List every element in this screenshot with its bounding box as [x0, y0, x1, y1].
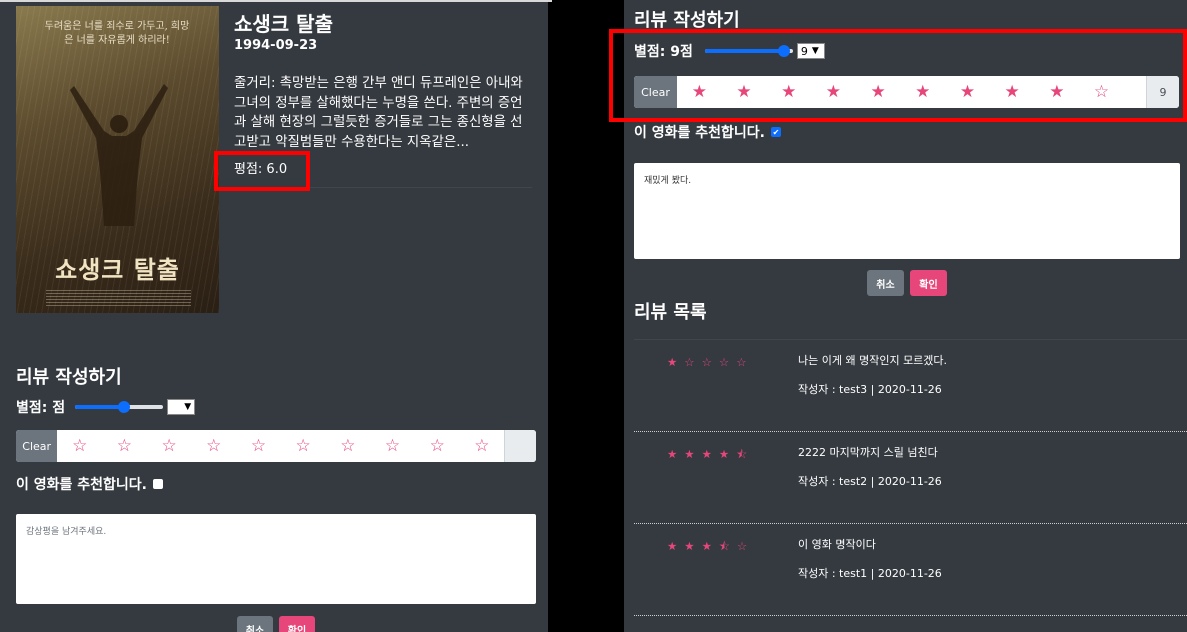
movie-poster: 두려움은 너를 죄수로 가두고, 희망은 너를 자유롭게 하리라! 쇼생크 탈출: [16, 6, 219, 313]
star-icon[interactable]: ☆: [460, 430, 505, 462]
star-icon[interactable]: ☆: [147, 430, 192, 462]
score-row: 별점: 점 ▼: [16, 397, 196, 417]
slider-thumb[interactable]: [117, 401, 130, 413]
star-icon[interactable]: ☆: [325, 430, 370, 462]
review-textarea[interactable]: 재밌게 봤다.: [634, 163, 1180, 259]
review-form-heading: 리뷰 작성하기: [16, 367, 122, 388]
review-text: 이 영화 명작이다: [798, 538, 876, 551]
list-item: ★★★★⯪ 2222 마지막까지 스릴 넘친다 작성자 : test2 | 20…: [634, 432, 1187, 524]
poster-tagline: 두려움은 너를 죄수로 가두고, 희망은 너를 자유롭게 하리라!: [44, 21, 190, 46]
ok-button[interactable]: 확인: [910, 270, 947, 296]
slider-fill: [75, 405, 124, 409]
clear-button[interactable]: Clear: [16, 430, 58, 462]
cancel-button[interactable]: 취소: [867, 270, 904, 296]
star-icon[interactable]: ☆: [370, 430, 415, 462]
list-item: ★☆☆☆☆ 나는 이게 왜 명작인지 모르겠다. 작성자 : test3 | 2…: [634, 340, 1187, 432]
recommend-checkbox[interactable]: [153, 479, 163, 489]
review-stars: ★★★★⯪: [667, 447, 755, 461]
recommend-row: 이 영화를 추천합니다.: [16, 474, 163, 494]
movie-title: 쇼생크 탈출: [234, 12, 333, 36]
poster-credits: [46, 288, 191, 306]
star-count: [504, 430, 536, 462]
poster-figure-image: [70, 84, 168, 226]
star-icon[interactable]: ☆: [102, 430, 147, 462]
cancel-button[interactable]: 취소: [237, 616, 273, 632]
chevron-down-icon: ▼: [184, 402, 192, 412]
list-item: ★★★⯪☆ 이 영화 명작이다 작성자 : test1 | 2020-11-26: [634, 524, 1187, 616]
review-list-heading: 리뷰 목록: [634, 302, 707, 323]
review-textarea[interactable]: 감상평을 남겨주세요.: [16, 514, 536, 604]
score-slider[interactable]: [75, 400, 164, 414]
review-author: 작성자 : test3 | 2020-11-26: [798, 383, 942, 396]
movie-detail-panel: 두려움은 너를 죄수로 가두고, 희망은 너를 자유롭게 하리라! 쇼생크 탈출…: [0, 0, 548, 632]
review-text: 2222 마지막까지 스릴 넘친다: [798, 446, 938, 459]
review-stars: ★★★⯪☆: [667, 539, 755, 553]
star-list: ☆ ☆ ☆ ☆ ☆ ☆ ☆ ☆ ☆ ☆: [57, 430, 504, 462]
movie-release-date: 1994-09-23: [234, 38, 318, 53]
star-icon[interactable]: ☆: [57, 430, 102, 462]
star-icon[interactable]: ☆: [281, 430, 326, 462]
star-icon[interactable]: ☆: [191, 430, 236, 462]
star-rating-group: Clear ☆ ☆ ☆ ☆ ☆ ☆ ☆ ☆ ☆ ☆: [16, 430, 536, 462]
ok-button[interactable]: 확인: [279, 616, 315, 632]
recommend-label: 이 영화를 추천합니다.: [16, 477, 147, 493]
recommend-label: 이 영화를 추천합니다.: [634, 125, 765, 141]
recommend-checkbox[interactable]: ✔: [771, 127, 781, 137]
review-author: 작성자 : test2 | 2020-11-26: [798, 475, 942, 488]
review-stars: ★☆☆☆☆: [667, 355, 754, 369]
star-icon[interactable]: ☆: [415, 430, 460, 462]
rating-highlight-box: [214, 151, 310, 191]
score-label: 별점: 점: [16, 400, 66, 416]
recommend-row: 이 영화를 추천합니다. ✔: [634, 122, 781, 142]
movie-plot: 줄거리: 촉망받는 은행 간부 앤디 듀프레인은 아내와 그녀의 정부를 살해했…: [234, 76, 523, 150]
score-select[interactable]: ▼: [167, 399, 196, 415]
review-text: 나는 이게 왜 명작인지 모르겠다.: [798, 354, 948, 367]
star-icon[interactable]: ☆: [236, 430, 281, 462]
poster-title: 쇼생크 탈출: [55, 255, 180, 284]
review-author: 작성자 : test1 | 2020-11-26: [798, 567, 942, 580]
rating-input-highlight-box: [609, 29, 1187, 122]
divider: [0, 0, 552, 2]
